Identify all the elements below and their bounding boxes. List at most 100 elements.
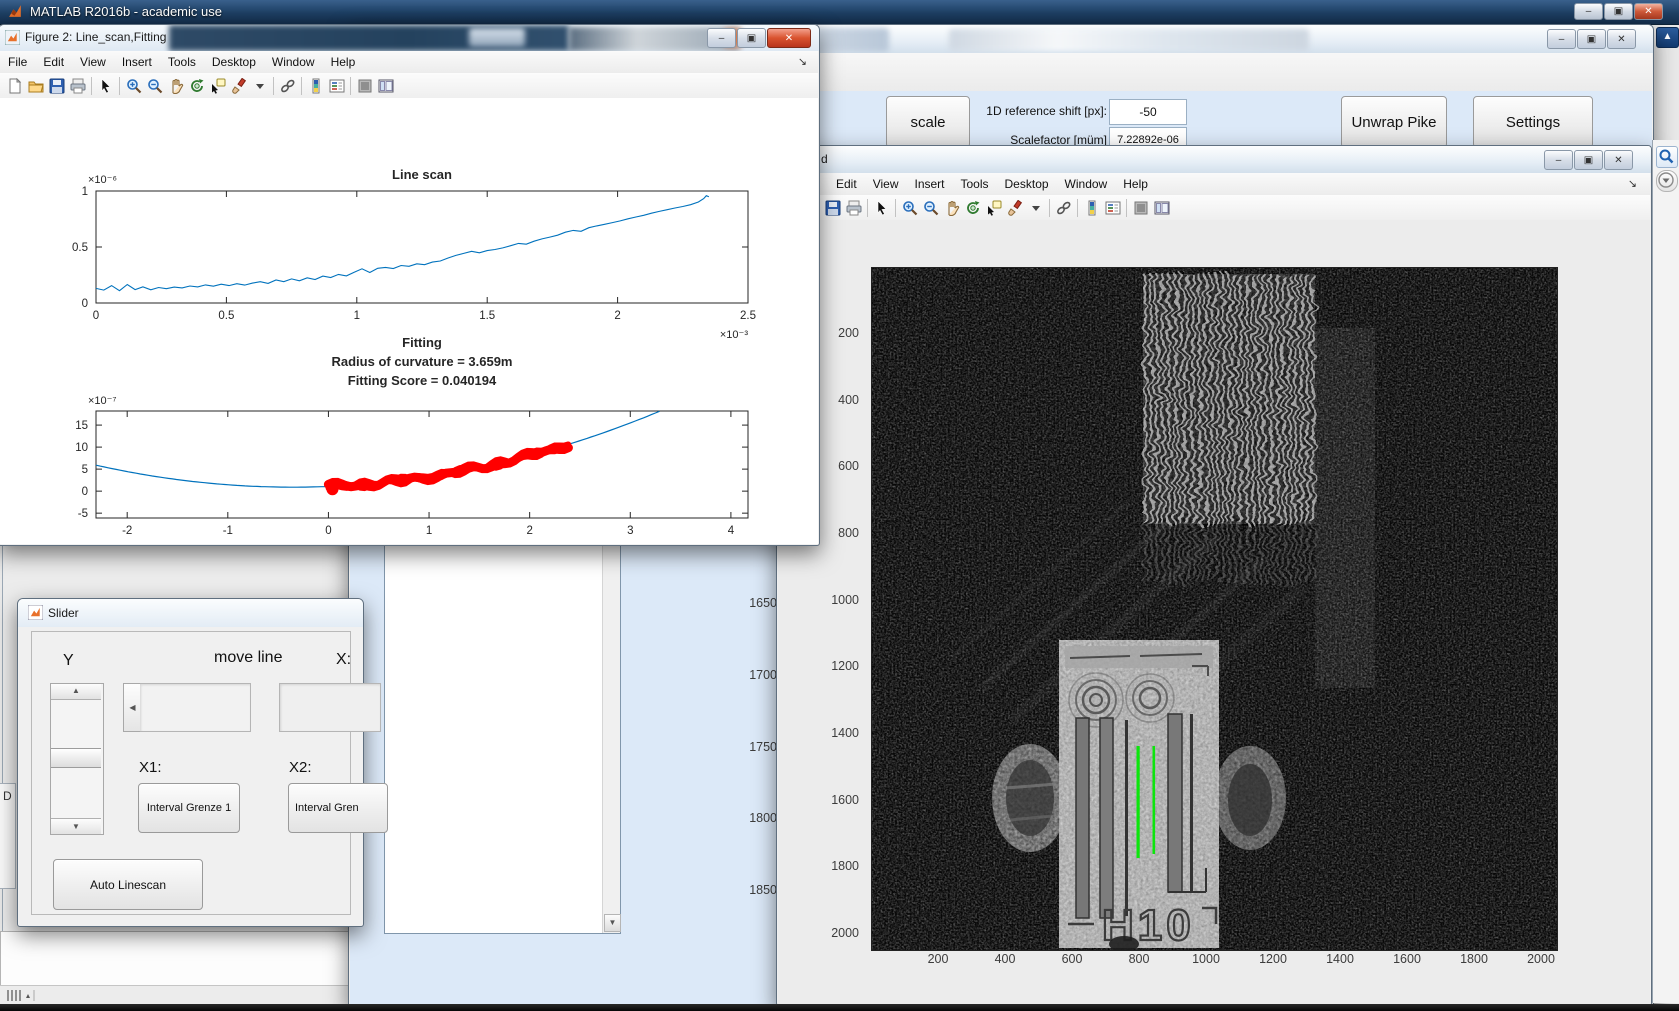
print-icon[interactable] <box>67 75 88 96</box>
toolbar-separator <box>350 76 351 95</box>
y-slider-up-button[interactable]: ▲ <box>51 684 101 700</box>
y-slider[interactable]: ▲ ▼ <box>50 683 104 835</box>
insert-legend-icon[interactable] <box>1102 197 1123 218</box>
figure1-menu-window[interactable]: Window <box>1057 174 1116 194</box>
data-cursor-icon[interactable] <box>983 197 1004 218</box>
figure2-menu-tools[interactable]: Tools <box>160 52 204 72</box>
matlab-restore-button[interactable]: ▣ <box>1604 3 1633 20</box>
x-slider-track[interactable] <box>279 683 381 732</box>
y-axis-label: Y <box>63 652 74 669</box>
green-scan-line-1[interactable] <box>1136 746 1140 858</box>
figure2-minimize-button[interactable]: – <box>707 28 736 48</box>
plot-tools-on-icon[interactable] <box>1151 197 1172 218</box>
open-folder-icon[interactable] <box>25 75 46 96</box>
image-axes[interactable]: H10 <box>871 267 1558 952</box>
reference-shift-label: 1D reference shift [px]: <box>986 104 1107 118</box>
data-cursor-icon[interactable] <box>207 75 228 96</box>
x-axis-label: X: <box>336 651 352 668</box>
figure2-menu-window[interactable]: Window <box>264 52 323 72</box>
green-scan-line-2[interactable] <box>1152 746 1156 854</box>
pan-hand-icon[interactable] <box>165 75 186 96</box>
linescan-title: Line scan <box>392 167 452 182</box>
zoom-in-icon[interactable] <box>899 197 920 218</box>
rotate-3d-icon[interactable] <box>186 75 207 96</box>
figure2-menu-edit[interactable]: Edit <box>35 52 72 72</box>
search-icon[interactable] <box>1656 146 1678 168</box>
listbox-scrollbar[interactable]: ▼ <box>602 517 621 933</box>
matlab-minimize-button[interactable]: – <box>1574 3 1603 20</box>
caret-down-icon[interactable] <box>249 75 270 96</box>
interval-grenze-2-button[interactable]: Interval Gren <box>288 783 388 833</box>
move-line-slider-track[interactable] <box>140 683 251 732</box>
gui-minimize-button[interactable]: – <box>1547 29 1576 49</box>
figure1-titlebar[interactable]: d – ▣ ✕ <box>777 146 1651 173</box>
zoom-out-icon[interactable] <box>144 75 165 96</box>
matlab-close-button[interactable]: ✕ <box>1634 3 1663 20</box>
brush-icon[interactable] <box>228 75 249 96</box>
collapsed-panel-toggle[interactable]: ▲ <box>1656 27 1679 48</box>
toolbar-separator <box>1077 198 1078 217</box>
reference-shift-input[interactable]: -50 <box>1109 99 1187 125</box>
plot-tools-on-icon[interactable] <box>375 75 396 96</box>
figure1-close-button[interactable]: ✕ <box>1604 150 1633 170</box>
figure2-titlebar[interactable]: Figure 2: Line_scan,Fitting – ▣ ✕ <box>0 25 819 51</box>
background-window-bottom-band <box>0 931 371 987</box>
slider-titlebar[interactable]: Slider <box>18 599 363 627</box>
link-plots-icon[interactable] <box>277 75 298 96</box>
plot-tools-off-icon[interactable] <box>354 75 375 96</box>
axes-box[interactable] <box>95 410 749 519</box>
figure1-restore-button[interactable]: ▣ <box>1574 150 1603 170</box>
caret-down-icon[interactable] <box>1025 197 1046 218</box>
figure2-restore-button[interactable]: ▣ <box>737 28 766 48</box>
figure2-close-button[interactable]: ✕ <box>767 28 811 48</box>
figure1-minimize-button[interactable]: – <box>1544 150 1573 170</box>
ytick-label: 1 <box>82 186 88 198</box>
zoom-in-icon[interactable] <box>123 75 144 96</box>
gui-restore-button[interactable]: ▣ <box>1577 29 1606 49</box>
figure2-dock-arrow-icon[interactable]: ↘ <box>798 55 807 68</box>
arrow-cursor-icon[interactable] <box>95 75 116 96</box>
figure1-menu-desktop[interactable]: Desktop <box>997 174 1057 194</box>
figure2-menu-help[interactable]: Help <box>323 52 364 72</box>
figure1-menu-view[interactable]: View <box>865 174 907 194</box>
pan-hand-icon[interactable] <box>941 197 962 218</box>
rotate-3d-icon[interactable] <box>962 197 983 218</box>
unwrap-pike-button[interactable]: Unwrap Pike <box>1341 96 1447 148</box>
insert-legend-icon[interactable] <box>326 75 347 96</box>
print-icon[interactable] <box>843 197 864 218</box>
zoom-out-icon[interactable] <box>920 197 941 218</box>
figure2-menu-file[interactable]: File <box>0 52 35 72</box>
toolbar-separator <box>867 198 868 217</box>
y-slider-thumb[interactable] <box>51 748 101 768</box>
y-slider-down-button[interactable]: ▼ <box>51 818 101 834</box>
arrow-cursor-icon[interactable] <box>871 197 892 218</box>
settings-button[interactable]: Settings <box>1473 96 1593 148</box>
save-icon[interactable] <box>46 75 67 96</box>
figure1-menu-help[interactable]: Help <box>1115 174 1156 194</box>
figure2-menu-desktop[interactable]: Desktop <box>204 52 264 72</box>
save-icon[interactable] <box>822 197 843 218</box>
expand-down-icon[interactable] <box>1656 170 1678 192</box>
plot-tools-off-icon[interactable] <box>1130 197 1151 218</box>
insert-colorbar-icon[interactable] <box>1081 197 1102 218</box>
figure1-toolbar <box>778 195 1650 221</box>
gui-close-button[interactable]: ✕ <box>1607 29 1636 49</box>
figure1-menu-edit[interactable]: Edit <box>828 174 865 194</box>
figure1-menu-insert[interactable]: Insert <box>906 174 952 194</box>
drag-grip[interactable] <box>6 989 46 1002</box>
link-plots-icon[interactable] <box>1053 197 1074 218</box>
new-doc-icon[interactable] <box>4 75 25 96</box>
insert-colorbar-icon[interactable] <box>305 75 326 96</box>
listbox-panel[interactable]: ▼ <box>384 516 621 934</box>
figure1-title-tail: d <box>821 152 828 166</box>
scrollbar-down-button[interactable]: ▼ <box>604 914 621 932</box>
brush-icon[interactable] <box>1004 197 1025 218</box>
figure1-menu-tools[interactable]: Tools <box>953 174 997 194</box>
slider-window-icon <box>28 605 43 620</box>
auto-linescan-button[interactable]: Auto Linescan <box>53 859 203 910</box>
docked-tab-d[interactable]: D <box>0 783 16 889</box>
figure1-dock-arrow-icon[interactable]: ↘ <box>1628 177 1637 190</box>
figure2-menu-insert[interactable]: Insert <box>114 52 160 72</box>
figure2-menu-view[interactable]: View <box>72 52 114 72</box>
interval-grenze-1-button[interactable]: Interval Grenze 1 <box>138 783 240 833</box>
